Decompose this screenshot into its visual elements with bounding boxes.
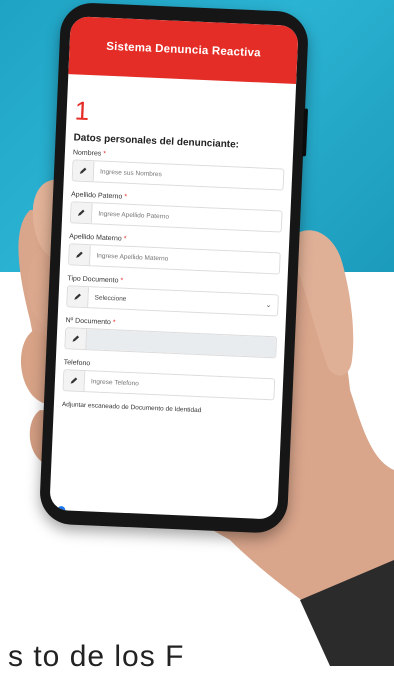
attachment-label: Adjuntar escaneado de Documento de Ident…: [61, 401, 202, 415]
step-number: 1: [74, 95, 90, 127]
numero-documento-input[interactable]: [86, 329, 277, 358]
pencil-icon: [72, 160, 95, 182]
app-header: Sistema Denuncia Reactiva: [68, 16, 299, 85]
attachment-icon[interactable]: [57, 506, 66, 515]
telefono-input[interactable]: [84, 371, 275, 400]
app-title: Sistema Denuncia Reactiva: [106, 40, 261, 60]
pencil-icon: [67, 286, 90, 308]
phone-frame: Sistema Denuncia Reactiva 1 Datos person…: [38, 1, 310, 535]
pencil-icon: [69, 244, 91, 266]
apellido-paterno-input[interactable]: [91, 203, 282, 232]
nombres-input[interactable]: [93, 161, 284, 190]
pencil-icon: [63, 370, 86, 392]
pencil-icon: [70, 202, 93, 224]
apellido-materno-input[interactable]: [90, 245, 280, 274]
chevron-down-icon: ⌄: [265, 301, 272, 310]
form-content: 1 Datos personales del denunciante: Nomb…: [54, 74, 296, 418]
section-title: Datos personales del denunciante:: [73, 132, 240, 151]
tipo-documento-value[interactable]: Seleccione ⌄: [88, 287, 278, 316]
page-bottom-text: s to de los F: [8, 640, 185, 673]
pencil-icon: [65, 328, 88, 350]
phone-screen: Sistema Denuncia Reactiva 1 Datos person…: [49, 16, 299, 520]
